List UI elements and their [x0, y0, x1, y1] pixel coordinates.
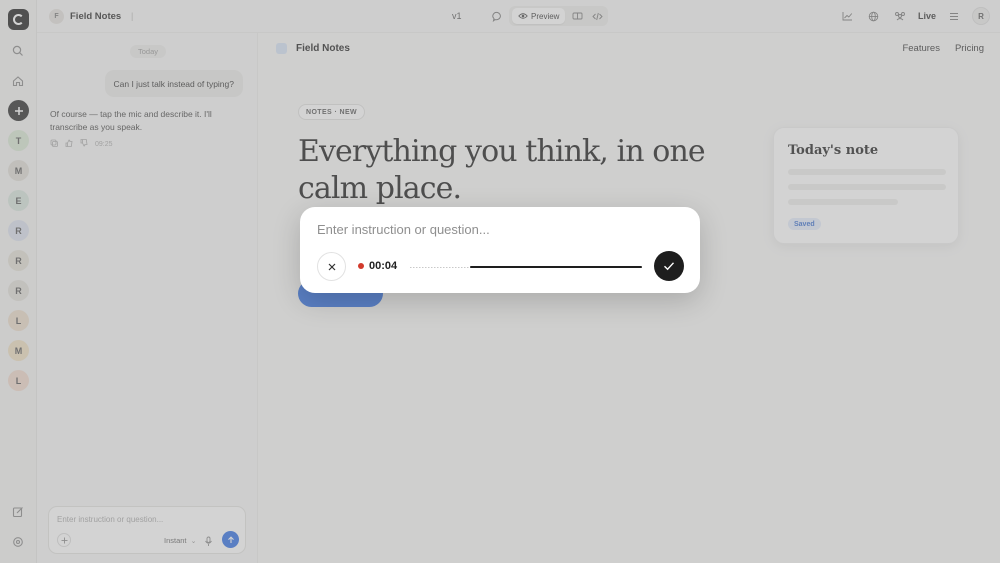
cancel-recording-button[interactable]	[317, 252, 346, 281]
audio-level-track	[410, 266, 642, 268]
recording-timer: 00:04	[369, 260, 398, 272]
voice-input-dialog: Enter instruction or question... 00:04	[300, 207, 700, 293]
confirm-recording-button[interactable]	[654, 251, 684, 281]
close-icon	[328, 263, 335, 270]
recording-indicator	[358, 263, 364, 269]
audio-level-waveform	[470, 266, 642, 268]
check-icon	[664, 262, 675, 271]
voice-input-placeholder[interactable]: Enter instruction or question...	[317, 222, 490, 237]
